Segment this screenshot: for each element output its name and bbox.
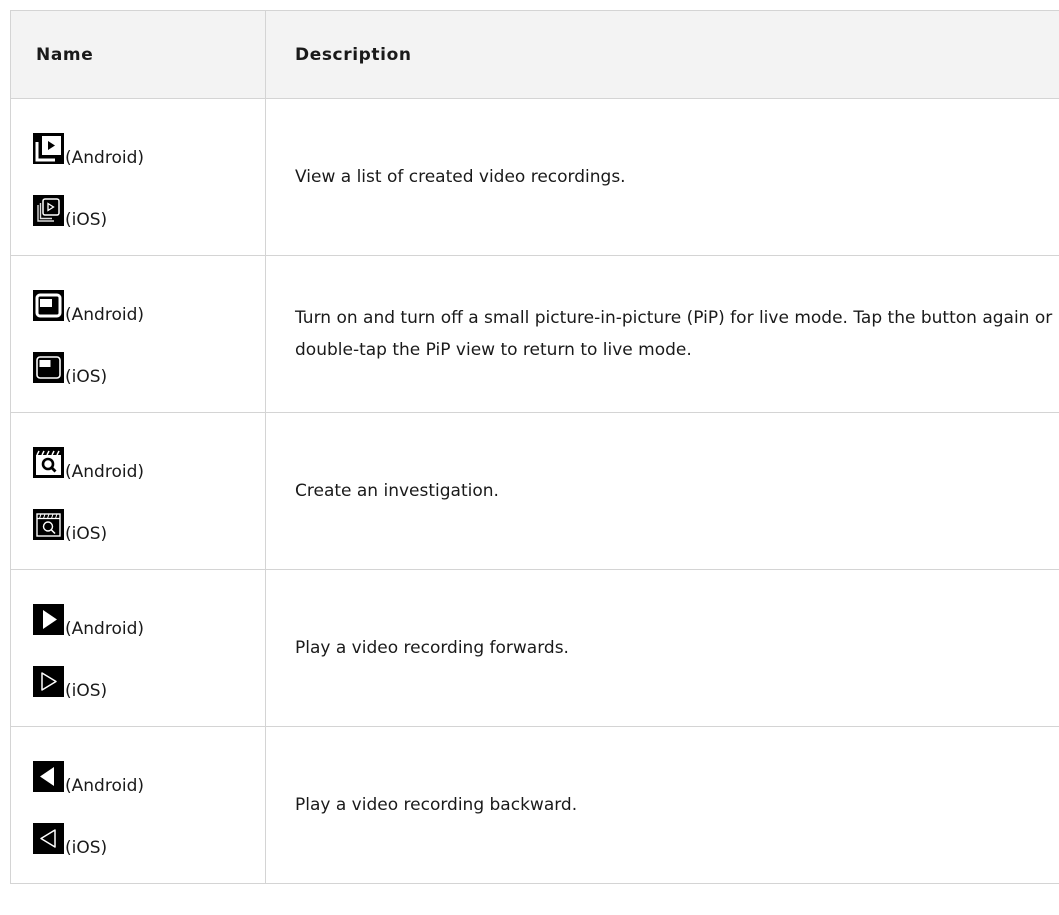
name-cell: (Android) (iOS) (10, 412, 266, 570)
ios-label: (iOS) (65, 681, 108, 701)
table-row: (Android) (iOS) Play a video recording f… (10, 569, 1059, 727)
android-entry: (Android) (33, 599, 265, 639)
ios-entry: (iOS) (33, 347, 265, 387)
ios-label: (iOS) (65, 524, 108, 544)
buttons-table: Name Description (Android) (iOS) View a … (10, 10, 1059, 884)
android-label: (Android) (65, 619, 144, 639)
name-column-header: Name (10, 10, 266, 99)
android-label: (Android) (65, 462, 144, 482)
table-header-row: Name Description (10, 10, 1059, 99)
android-label: (Android) (65, 305, 144, 325)
table-row: (Android) (iOS) Create an investigation. (10, 412, 1059, 570)
description-cell: Play a video recording backward. (265, 726, 1059, 884)
android-label: (Android) (65, 148, 144, 168)
android-entry: (Android) (33, 756, 265, 796)
ios-entry: (iOS) (33, 190, 265, 230)
investigation-icon (33, 509, 64, 540)
name-cell: (Android) (iOS) (10, 255, 266, 413)
play-forward-icon (33, 604, 64, 635)
ios-entry: (iOS) (33, 504, 265, 544)
android-label: (Android) (65, 776, 144, 796)
investigation-icon (33, 447, 64, 478)
android-entry: (Android) (33, 285, 265, 325)
name-cell: (Android) (iOS) (10, 98, 266, 256)
ios-entry: (iOS) (33, 661, 265, 701)
android-entry: (Android) (33, 442, 265, 482)
table-row: (Android) (iOS) Play a video recording b… (10, 726, 1059, 884)
name-cell: (Android) (iOS) (10, 726, 266, 884)
ios-label: (iOS) (65, 838, 108, 858)
description-cell: Turn on and turn off a small picture-in-… (265, 255, 1059, 413)
description-cell: Create an investigation. (265, 412, 1059, 570)
description-column-header: Description (265, 10, 1059, 99)
name-cell: (Android) (iOS) (10, 569, 266, 727)
description-cell: View a list of created video recordings. (265, 98, 1059, 256)
picture-in-picture-icon (33, 352, 64, 383)
picture-in-picture-icon (33, 290, 64, 321)
recordings-list-icon (33, 195, 64, 226)
ios-label: (iOS) (65, 210, 108, 230)
play-backward-icon (33, 761, 64, 792)
android-entry: (Android) (33, 128, 265, 168)
table-row: (Android) (iOS) View a list of created v… (10, 98, 1059, 256)
ios-label: (iOS) (65, 367, 108, 387)
play-backward-icon (33, 823, 64, 854)
recordings-list-icon (33, 133, 64, 164)
ios-entry: (iOS) (33, 818, 265, 858)
description-cell: Play a video recording forwards. (265, 569, 1059, 727)
table-row: (Android) (iOS) Turn on and turn off a s… (10, 255, 1059, 413)
play-forward-icon (33, 666, 64, 697)
